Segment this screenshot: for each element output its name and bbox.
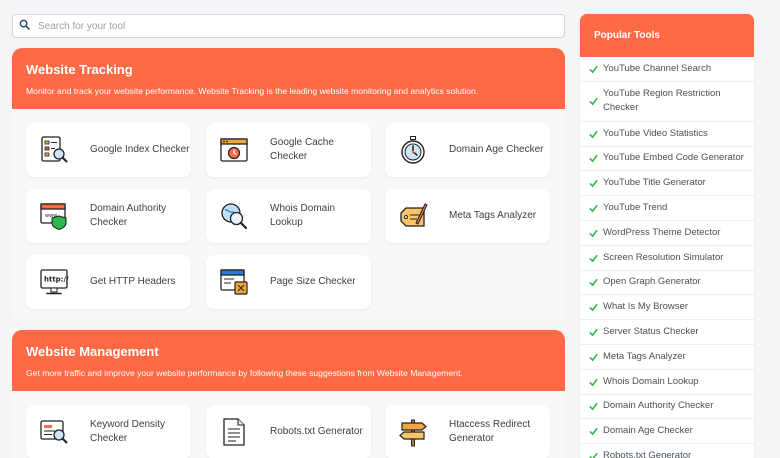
check-icon	[589, 353, 598, 362]
check-icon	[589, 328, 598, 337]
sidebar-item-label: YouTube Trend	[603, 202, 668, 214]
check-icon	[589, 180, 598, 188]
cache-checker-icon	[219, 135, 249, 165]
sidebar-item-youtube-video-statistics[interactable]: YouTube Video Statistics	[580, 122, 754, 147]
sidebar-item-what-is-my-browser[interactable]: What Is My Browser	[580, 295, 754, 321]
tool-label: Domain Authority Checker	[90, 202, 167, 229]
tool-card-whois-domain-lookup[interactable]: Whois Domain Lookup	[206, 189, 371, 243]
tool-card-google-cache-checker[interactable]: Google Cache Checker	[206, 123, 371, 177]
tool-card-domain-age-checker[interactable]: Domain Age Checker	[385, 123, 550, 177]
sidebar-item-label: Domain Age Checker	[603, 425, 693, 437]
globe-magnifier-icon	[219, 201, 249, 231]
sidebar-item-label: Robots.txt Generator	[603, 450, 692, 458]
sidebar-item-label: Domain Authority Checker	[603, 400, 714, 412]
sidebar-item-label: YouTube Video Statistics	[603, 127, 708, 139]
tool-card-robots-txt-generator[interactable]: Robots.txt Generator	[206, 405, 371, 458]
page-size-icon	[219, 267, 249, 297]
document-icon	[219, 417, 249, 447]
sidebar-item-label: YouTube Channel Search	[603, 62, 712, 74]
check-icon	[589, 204, 598, 213]
sidebar-item-label: Meta Tags Analyzer	[603, 350, 686, 362]
page: Website Tracking Monitor and track your …	[0, 0, 780, 458]
sidebar-item-meta-tags-analyzer[interactable]: Meta Tags Analyzer	[580, 345, 754, 370]
check-icon	[589, 130, 598, 139]
keyword-density-icon	[39, 417, 69, 447]
section-title: Website Tracking	[26, 62, 133, 77]
sidebar-item-youtube-title-generator[interactable]: YouTube Title Generator	[580, 171, 754, 197]
sidebar-item-label: Whois Domain Lookup	[603, 375, 699, 387]
section-website-tracking: Website Tracking Monitor and track your …	[12, 48, 565, 320]
sidebar-item-robots-txt-generator[interactable]: Robots.txt Generator	[580, 444, 754, 458]
tool-card-htaccess-redirect-generator[interactable]: Htaccess Redirect Generator	[385, 405, 550, 458]
sidebar-item-youtube-trend[interactable]: YouTube Trend	[580, 196, 754, 221]
popular-tools-list: YouTube Channel Search YouTube Region Re…	[580, 57, 754, 458]
tool-card-google-index-checker[interactable]: Google Index Checker	[26, 123, 191, 177]
check-icon	[589, 403, 598, 411]
sidebar-item-label: WordPress Theme Detector	[603, 226, 721, 238]
section-description: Monitor and track your website performan…	[26, 86, 479, 96]
sidebar-item-youtube-embed-code-generator[interactable]: YouTube Embed Code Generator	[580, 147, 754, 172]
tool-label: Whois Domain Lookup	[270, 202, 336, 229]
signpost-icon	[398, 417, 428, 447]
sidebar-item-label: What Is My Browser	[603, 301, 688, 313]
check-icon	[589, 155, 598, 163]
sidebar-item-label: Screen Resolution Simulator	[603, 251, 724, 263]
sidebar-item-domain-authority-checker[interactable]: Domain Authority Checker	[580, 395, 754, 420]
section-header: Website Tracking Monitor and track your …	[12, 48, 565, 109]
tool-label: Page Size Checker	[270, 275, 356, 287]
section-website-management: Website Management Get more traffic and …	[12, 330, 565, 458]
sidebar-item-whois-domain-lookup[interactable]: Whois Domain Lookup	[580, 370, 754, 395]
tool-label: Keyword Density Checker	[90, 418, 166, 445]
check-icon	[589, 254, 598, 263]
sidebar-item-youtube-region-restriction-checker[interactable]: YouTube Region Restriction Checker	[580, 82, 754, 122]
check-icon	[589, 428, 598, 436]
tag-pen-icon	[398, 201, 428, 231]
tool-label: Get HTTP Headers	[90, 275, 176, 287]
sidebar-item-server-status-checker[interactable]: Server Status Checker	[580, 320, 754, 345]
tool-label: Robots.txt Generator	[270, 425, 363, 437]
section-header: Website Management Get more traffic and …	[12, 330, 565, 391]
tool-label: Domain Age Checker	[449, 143, 544, 155]
tool-label: Google Index Checker	[90, 143, 190, 155]
search-bar[interactable]	[12, 14, 565, 38]
sidebar-item-open-graph-generator[interactable]: Open Graph Generator	[580, 271, 754, 296]
tool-card-get-http-headers[interactable]: http:// Get HTTP Headers	[26, 255, 191, 309]
browser-shield-icon: www	[39, 201, 69, 231]
check-icon	[589, 378, 598, 387]
sidebar-item-label: Server Status Checker	[603, 326, 699, 338]
sidebar-item-youtube-channel-search[interactable]: YouTube Channel Search	[580, 57, 754, 82]
tool-label: Google Cache Checker	[270, 136, 334, 163]
check-icon	[589, 279, 598, 287]
section-title: Website Management	[26, 344, 159, 359]
check-icon	[589, 229, 598, 238]
check-icon	[589, 65, 598, 74]
tool-card-domain-authority-checker[interactable]: www Domain Authority Checker	[26, 189, 191, 243]
tool-label: Meta Tags Analyzer	[449, 209, 537, 221]
tool-card-page-size-checker[interactable]: Page Size Checker	[206, 255, 371, 309]
sidebar-item-label: YouTube Embed Code Generator	[603, 152, 744, 164]
svg-text:http://: http://	[44, 276, 69, 284]
sidebar-item-label: YouTube Region Restriction Checker	[603, 88, 721, 114]
sidebar-item-domain-age-checker[interactable]: Domain Age Checker	[580, 419, 754, 445]
sidebar-item-screen-resolution-simulator[interactable]: Screen Resolution Simulator	[580, 246, 754, 271]
sidebar-title: Popular Tools	[580, 14, 754, 57]
popular-tools-sidebar: Popular Tools YouTube Channel Search You…	[579, 13, 755, 458]
tool-card-keyword-density-checker[interactable]: Keyword Density Checker	[26, 405, 191, 458]
stopwatch-icon	[398, 135, 428, 165]
search-input[interactable]	[38, 20, 538, 32]
check-icon	[589, 304, 598, 312]
section-description: Get more traffic and improve your websit…	[26, 368, 463, 378]
tool-label: Htaccess Redirect Generator	[449, 418, 531, 445]
search-icon	[19, 17, 30, 35]
tool-card-meta-tags-analyzer[interactable]: Meta Tags Analyzer	[385, 189, 550, 243]
check-icon	[589, 452, 598, 458]
index-checker-icon	[39, 135, 69, 165]
http-monitor-icon: http://	[39, 267, 69, 297]
sidebar-item-wordpress-theme-detector[interactable]: WordPress Theme Detector	[580, 221, 754, 246]
sidebar-item-label: Open Graph Generator	[603, 276, 701, 288]
check-icon	[589, 98, 598, 106]
sidebar-item-label: YouTube Title Generator	[603, 177, 706, 189]
